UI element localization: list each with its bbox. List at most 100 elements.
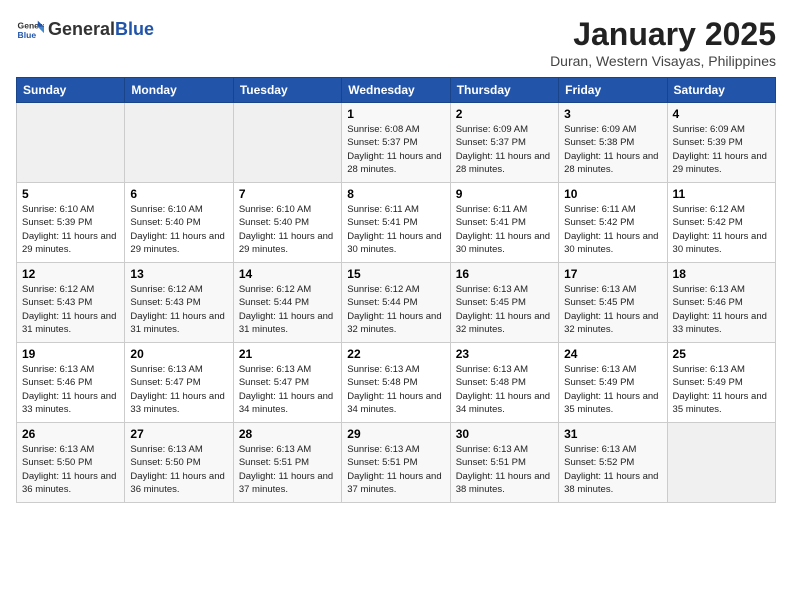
calendar-table: SundayMondayTuesdayWednesdayThursdayFrid… [16, 77, 776, 503]
day-number: 15 [347, 267, 444, 281]
day-number: 8 [347, 187, 444, 201]
calendar-cell: 27 Sunrise: 6:13 AMSunset: 5:50 PMDayligh… [125, 423, 233, 503]
day-info: Sunrise: 6:11 AMSunset: 5:41 PMDaylight:… [456, 203, 553, 256]
weekday-header-thursday: Thursday [450, 78, 558, 103]
calendar-week-row: 12 Sunrise: 6:12 AMSunset: 5:43 PMDayligh… [17, 263, 776, 343]
calendar-cell: 17Sunrise: 6:13 AMSunset: 5:45 PMDayligh… [559, 263, 667, 343]
day-number: 14 [239, 267, 336, 281]
calendar-cell: 31Sunrise: 6:13 AMSunset: 5:52 PMDayligh… [559, 423, 667, 503]
title-block: January 2025 Duran, Western Visayas, Phi… [550, 16, 776, 69]
calendar-cell: 7Sunrise: 6:10 AMSunset: 5:40 PMDaylight… [233, 183, 341, 263]
calendar-cell: 4Sunrise: 6:09 AMSunset: 5:39 PMDaylight… [667, 103, 775, 183]
logo-icon: General Blue [16, 16, 44, 44]
calendar-cell: 30 Sunrise: 6:13 AMSunset: 5:51 PMDayligh… [450, 423, 558, 503]
day-info: Sunrise: 6:13 AMSunset: 5:46 PMDaylight:… [673, 283, 770, 336]
day-info: Sunrise: 6:08 AMSunset: 5:37 PMDaylight:… [347, 123, 444, 176]
day-info: Sunrise: 6:12 AMSunset: 5:43 PMDaylight:… [22, 283, 119, 336]
day-info: Sunrise: 6:13 AMSunset: 5:49 PMDaylight:… [673, 363, 770, 416]
calendar-cell: 1Sunrise: 6:08 AMSunset: 5:37 PMDaylight… [342, 103, 450, 183]
day-info: Sunrise: 6:13 AMSunset: 5:50 PMDaylight:… [22, 443, 119, 496]
day-number: 5 [22, 187, 119, 201]
calendar-cell: 25 Sunrise: 6:13 AMSunset: 5:49 PMDayligh… [667, 343, 775, 423]
calendar-cell: 21 Sunrise: 6:13 AMSunset: 5:47 PMDayligh… [233, 343, 341, 423]
day-number: 23 [456, 347, 553, 361]
calendar-cell: 23 Sunrise: 6:13 AMSunset: 5:48 PMDayligh… [450, 343, 558, 423]
calendar-week-row: 26Sunrise: 6:13 AMSunset: 5:50 PMDayligh… [17, 423, 776, 503]
calendar-week-row: 5 Sunrise: 6:10 AMSunset: 5:39 PMDaylight… [17, 183, 776, 263]
calendar-cell: 6 Sunrise: 6:10 AMSunset: 5:40 PMDaylight… [125, 183, 233, 263]
day-info: Sunrise: 6:12 AMSunset: 5:43 PMDaylight:… [130, 283, 227, 336]
logo: General Blue General Blue [16, 16, 154, 44]
day-info: Sunrise: 6:13 AMSunset: 5:49 PMDaylight:… [564, 363, 661, 416]
calendar-cell: 9 Sunrise: 6:11 AMSunset: 5:41 PMDaylight… [450, 183, 558, 263]
calendar-week-row: 19 Sunrise: 6:13 AMSunset: 5:46 PMDayligh… [17, 343, 776, 423]
calendar-cell: 5 Sunrise: 6:10 AMSunset: 5:39 PMDaylight… [17, 183, 125, 263]
calendar-cell: 3Sunrise: 6:09 AMSunset: 5:38 PMDaylight… [559, 103, 667, 183]
day-info: Sunrise: 6:13 AMSunset: 5:46 PMDaylight:… [22, 363, 119, 416]
day-number: 27 [130, 427, 227, 441]
day-number: 7 [239, 187, 336, 201]
day-info: Sunrise: 6:12 AMSunset: 5:44 PMDaylight:… [347, 283, 444, 336]
day-info: Sunrise: 6:13 AMSunset: 5:51 PMDaylight:… [239, 443, 336, 496]
day-number: 3 [564, 107, 661, 121]
day-number: 24 [564, 347, 661, 361]
calendar-cell: 29 Sunrise: 6:13 AMSunset: 5:51 PMDayligh… [342, 423, 450, 503]
day-number: 20 [130, 347, 227, 361]
weekday-header-tuesday: Tuesday [233, 78, 341, 103]
day-number: 11 [673, 187, 770, 201]
day-number: 6 [130, 187, 227, 201]
calendar-cell: 12 Sunrise: 6:12 AMSunset: 5:43 PMDayligh… [17, 263, 125, 343]
day-number: 28 [239, 427, 336, 441]
day-number: 10 [564, 187, 661, 201]
calendar-cell: 20 Sunrise: 6:13 AMSunset: 5:47 PMDayligh… [125, 343, 233, 423]
day-number: 4 [673, 107, 770, 121]
day-info: Sunrise: 6:13 AMSunset: 5:47 PMDaylight:… [130, 363, 227, 416]
logo-general-text: General [48, 19, 115, 39]
page-header: General Blue General Blue January 2025 Du… [16, 16, 776, 69]
day-number: 25 [673, 347, 770, 361]
weekday-header-wednesday: Wednesday [342, 78, 450, 103]
day-info: Sunrise: 6:13 AMSunset: 5:48 PMDaylight:… [347, 363, 444, 416]
day-info: Sunrise: 6:10 AMSunset: 5:39 PMDaylight:… [22, 203, 119, 256]
day-info: Sunrise: 6:13 AMSunset: 5:48 PMDaylight:… [456, 363, 553, 416]
calendar-cell: 13 Sunrise: 6:12 AMSunset: 5:43 PMDayligh… [125, 263, 233, 343]
calendar-cell: 14 Sunrise: 6:12 AMSunset: 5:44 PMDayligh… [233, 263, 341, 343]
calendar-cell: 28 Sunrise: 6:13 AMSunset: 5:51 PMDayligh… [233, 423, 341, 503]
calendar-cell [233, 103, 341, 183]
day-number: 29 [347, 427, 444, 441]
day-number: 21 [239, 347, 336, 361]
day-number: 16 [456, 267, 553, 281]
day-number: 12 [22, 267, 119, 281]
calendar-title: January 2025 [550, 16, 776, 53]
svg-text:Blue: Blue [18, 30, 37, 40]
weekday-header-row: SundayMondayTuesdayWednesdayThursdayFrid… [17, 78, 776, 103]
calendar-cell: 16 Sunrise: 6:13 AMSunset: 5:45 PMDayligh… [450, 263, 558, 343]
calendar-cell: 10Sunrise: 6:11 AMSunset: 5:42 PMDayligh… [559, 183, 667, 263]
day-info: Sunrise: 6:11 AMSunset: 5:41 PMDaylight:… [347, 203, 444, 256]
calendar-cell: 15 Sunrise: 6:12 AMSunset: 5:44 PMDayligh… [342, 263, 450, 343]
day-info: Sunrise: 6:13 AMSunset: 5:51 PMDaylight:… [456, 443, 553, 496]
calendar-cell: 26Sunrise: 6:13 AMSunset: 5:50 PMDayligh… [17, 423, 125, 503]
day-number: 30 [456, 427, 553, 441]
day-info: Sunrise: 6:13 AMSunset: 5:51 PMDaylight:… [347, 443, 444, 496]
day-number: 22 [347, 347, 444, 361]
weekday-header-monday: Monday [125, 78, 233, 103]
day-info: Sunrise: 6:10 AMSunset: 5:40 PMDaylight:… [130, 203, 227, 256]
calendar-cell: 24 Sunrise: 6:13 AMSunset: 5:49 PMDayligh… [559, 343, 667, 423]
day-number: 13 [130, 267, 227, 281]
day-number: 2 [456, 107, 553, 121]
weekday-header-sunday: Sunday [17, 78, 125, 103]
weekday-header-saturday: Saturday [667, 78, 775, 103]
calendar-week-row: 1Sunrise: 6:08 AMSunset: 5:37 PMDaylight… [17, 103, 776, 183]
calendar-cell: 2 Sunrise: 6:09 AMSunset: 5:37 PMDaylight… [450, 103, 558, 183]
day-info: Sunrise: 6:13 AMSunset: 5:50 PMDaylight:… [130, 443, 227, 496]
day-number: 19 [22, 347, 119, 361]
day-number: 31 [564, 427, 661, 441]
day-number: 18 [673, 267, 770, 281]
day-number: 9 [456, 187, 553, 201]
day-info: Sunrise: 6:13 AMSunset: 5:47 PMDaylight:… [239, 363, 336, 416]
day-info: Sunrise: 6:09 AMSunset: 5:37 PMDaylight:… [456, 123, 553, 176]
day-info: Sunrise: 6:13 AMSunset: 5:45 PMDaylight:… [456, 283, 553, 336]
day-info: Sunrise: 6:12 AMSunset: 5:44 PMDaylight:… [239, 283, 336, 336]
calendar-cell: 8 Sunrise: 6:11 AMSunset: 5:41 PMDaylight… [342, 183, 450, 263]
